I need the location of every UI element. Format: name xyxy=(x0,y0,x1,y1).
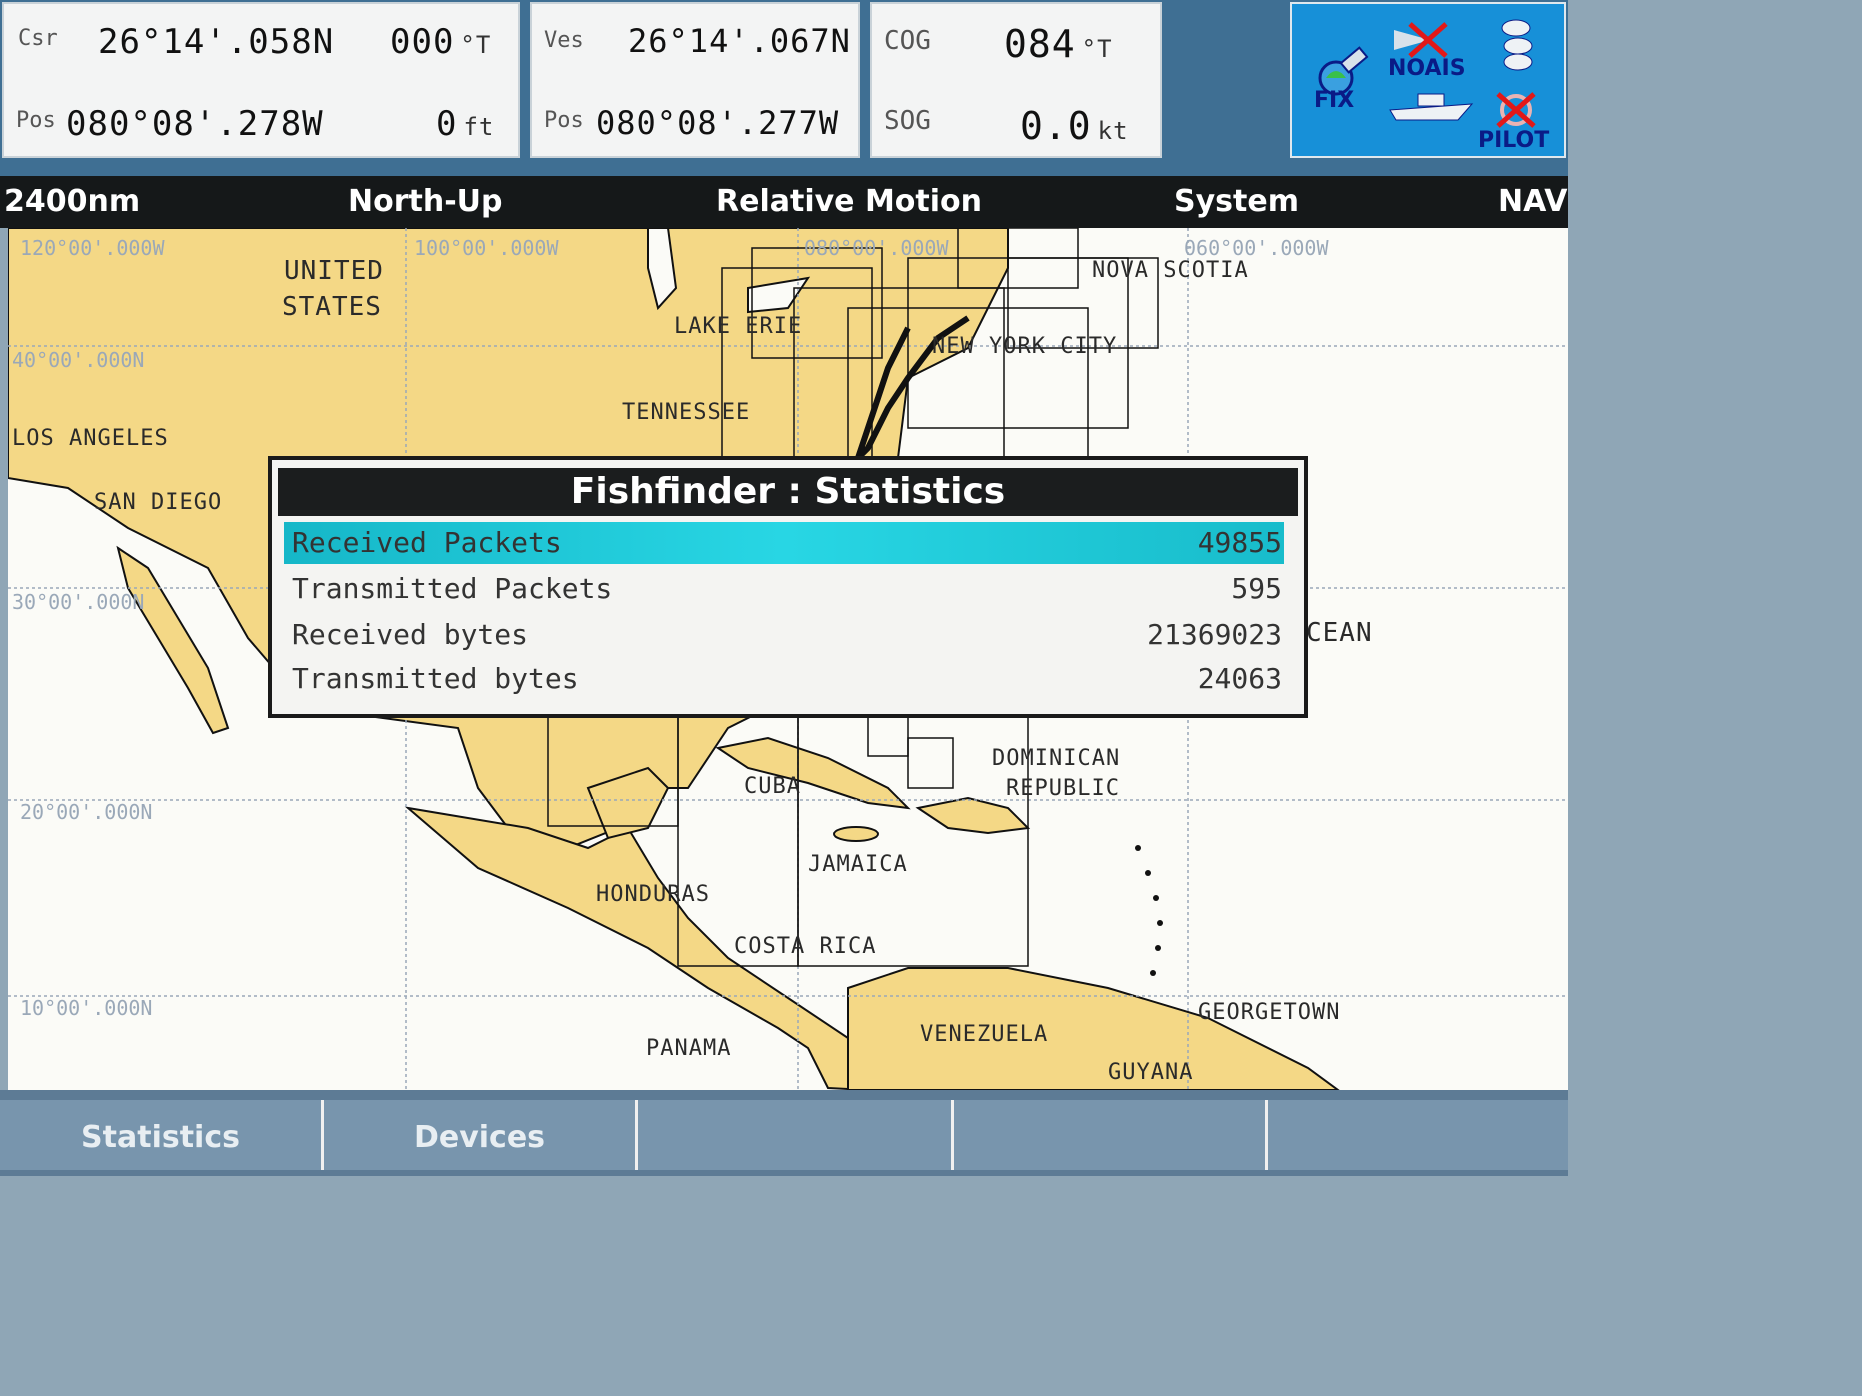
noais-label: NOAIS xyxy=(1388,56,1466,81)
label-lake-erie: LAKE ERIE xyxy=(674,314,803,339)
chart-menu-bar: 2400nm North-Up Relative Motion System N… xyxy=(0,176,1568,228)
boat-icon xyxy=(1389,93,1474,121)
label-honduras: HONDURAS xyxy=(596,882,710,907)
course-panel: COG 084 °T SOG 0.0 kt xyxy=(870,2,1162,158)
stat-row-transmitted-bytes[interactable]: Transmitted bytes 24063 xyxy=(284,658,1284,700)
softkey-devices[interactable]: Devices xyxy=(324,1100,638,1170)
label-georgetown: GEORGETOWN xyxy=(1198,1000,1341,1025)
nav-mode[interactable]: NAV xyxy=(1498,184,1568,219)
status-icons-panel[interactable]: FIX NOAIS PILOT xyxy=(1290,2,1566,158)
label-jamaica: JAMAICA xyxy=(808,852,908,877)
label-new-york-city: NEW YORK CITY xyxy=(932,334,1118,359)
vessel-longitude: 080°08'.277W xyxy=(596,104,840,142)
stat-row-received-packets[interactable]: Received Packets 49855 xyxy=(284,522,1284,564)
softkey-5[interactable] xyxy=(1268,1100,1568,1170)
fishfinder-statistics-dialog: Fishfinder : Statistics Received Packets… xyxy=(268,456,1308,718)
stat-value: 49855 xyxy=(1197,526,1282,559)
label-dominican: DOMINICAN xyxy=(992,746,1121,771)
grid-label-120w: 120°00'.000W xyxy=(20,236,165,260)
softkey-4[interactable] xyxy=(954,1100,1268,1170)
stat-label: Transmitted Packets xyxy=(292,572,613,605)
hispaniola-island xyxy=(915,796,1031,835)
vessel-position-panel: Ves 26°14'.067N Pos 080°08'.277W xyxy=(530,2,860,158)
vessel-latitude: 26°14'.067N xyxy=(628,22,851,60)
pilot-label: PILOT xyxy=(1478,128,1550,153)
stat-value: 595 xyxy=(1231,572,1282,605)
label-nova-scotia: NOVA SCOTIA xyxy=(1092,258,1249,283)
motion-mode[interactable]: Relative Motion xyxy=(716,184,982,219)
stat-row-transmitted-packets[interactable]: Transmitted Packets 595 xyxy=(284,568,1284,610)
stat-label: Received Packets xyxy=(292,526,562,559)
label-republic: REPUBLIC xyxy=(1006,776,1120,801)
stat-value: 21369023 xyxy=(1147,618,1282,651)
grid-label-060w: 060°00'.000W xyxy=(1184,236,1329,260)
sog-value: 0.0 kt xyxy=(1020,104,1129,148)
jamaica-island xyxy=(833,826,879,842)
label-panama: PANAMA xyxy=(646,1036,732,1061)
dialog-title: Fishfinder : Statistics xyxy=(278,468,1298,516)
cursor-range: 0 ft xyxy=(436,104,495,144)
label-cuba: CUBA xyxy=(744,774,801,799)
label-ocean: CEAN xyxy=(1306,618,1373,648)
ais-off-icon xyxy=(1394,22,1448,58)
label-guyana: GUYANA xyxy=(1108,1060,1194,1085)
cursor-pos-label: Pos xyxy=(16,108,56,133)
label-los-angeles: LOS ANGELES xyxy=(12,426,169,451)
vessel-pos-label: Pos xyxy=(544,108,584,133)
grid-label-20n: 20°00'.000N xyxy=(20,800,153,824)
label-states: STATES xyxy=(282,292,382,322)
grid-label-100w: 100°00'.000W xyxy=(414,236,559,260)
grid-label-30n: 30°00'.000N xyxy=(12,590,145,614)
sog-label: SOG xyxy=(884,106,931,136)
label-san-diego: SAN DIEGO xyxy=(94,490,223,515)
lesser-antilles xyxy=(1135,845,1163,976)
orientation-mode[interactable]: North-Up xyxy=(348,184,503,219)
label-tennessee: TENNESSEE xyxy=(622,400,751,425)
softkey-3[interactable] xyxy=(638,1100,954,1170)
vessel-label: Ves xyxy=(544,28,584,53)
cursor-longitude: 080°08'.278W xyxy=(66,104,324,144)
label-united: UNITED xyxy=(284,256,384,286)
label-venezuela: VENEZUELA xyxy=(920,1022,1049,1047)
range-scale[interactable]: 2400nm xyxy=(4,184,140,219)
system-menu[interactable]: System xyxy=(1174,184,1299,219)
pilot-off-icon xyxy=(1496,92,1536,128)
cog-value: 084 °T xyxy=(1004,22,1113,66)
cursor-latitude: 26°14'.058N xyxy=(98,22,335,62)
grid-label-080w: 080°00'.000W xyxy=(804,236,949,260)
softkey-statistics[interactable]: Statistics xyxy=(0,1100,324,1170)
stat-label: Received bytes xyxy=(292,618,529,651)
fix-label: FIX xyxy=(1314,88,1355,113)
stack-icon xyxy=(1501,19,1533,71)
top-status-bar: Csr 26°14'.058N 000 °T Pos 080°08'.278W 0… xyxy=(0,0,1568,176)
cursor-position-panel: Csr 26°14'.058N 000 °T Pos 080°08'.278W 0… xyxy=(2,2,520,158)
stat-value: 24063 xyxy=(1197,662,1282,695)
cog-label: COG xyxy=(884,26,931,56)
grid-label-10n: 10°00'.000N xyxy=(20,996,153,1020)
label-costa-rica: COSTA RICA xyxy=(734,934,877,959)
cursor-bearing: 000 °T xyxy=(390,22,492,62)
stat-row-received-bytes[interactable]: Received bytes 21369023 xyxy=(284,614,1284,656)
stat-label: Transmitted bytes xyxy=(292,662,579,695)
cursor-label: Csr xyxy=(18,26,58,51)
grid-label-40n: 40°00'.000N xyxy=(12,348,145,372)
